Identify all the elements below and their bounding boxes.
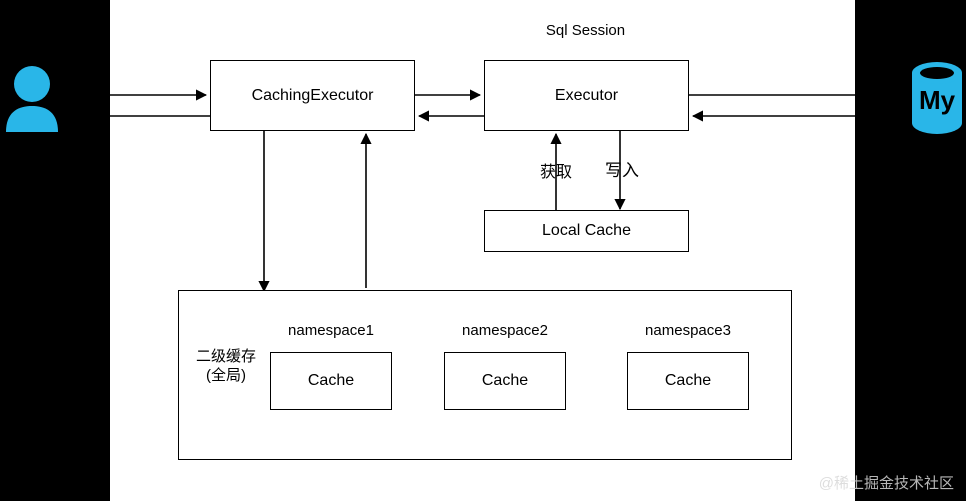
second-level-cache-label-line1: 二级缓存 [195, 348, 256, 365]
node-caching-executor-label: CachingExecutor [251, 86, 374, 104]
second-level-cache-label-line2: (全局) [206, 366, 246, 384]
node-cache-namespace3-label: Cache [664, 372, 712, 389]
diagram-stage: My Sql Session CachingExecutor Executor … [0, 0, 966, 501]
database-label: My [919, 85, 956, 115]
node-caching-executor[interactable]: CachingExecutor [210, 60, 415, 131]
second-level-cache-label: 二级缓存 (全局) [180, 348, 272, 386]
node-cache-namespace2-label: Cache [481, 372, 529, 389]
node-cache-namespace2[interactable]: Cache [444, 352, 566, 410]
namespace-label-2: namespace2 [462, 322, 548, 339]
user-icon [4, 62, 60, 132]
watermark: @稀土掘金技术社区 [818, 475, 954, 492]
node-cache-namespace3[interactable]: Cache [627, 352, 749, 410]
page-title: Sql Session [545, 22, 626, 39]
namespace-label-1: namespace1 [288, 322, 374, 339]
node-cache-namespace1-label: Cache [307, 372, 355, 389]
node-cache-namespace1[interactable]: Cache [270, 352, 392, 410]
edge-label-write: 写入 [605, 161, 639, 180]
node-executor[interactable]: Executor [484, 60, 689, 131]
mysql-database-icon: My [908, 57, 966, 139]
node-executor-label: Executor [554, 86, 619, 104]
node-local-cache-label: Local Cache [542, 222, 631, 239]
node-local-cache[interactable]: Local Cache [484, 210, 689, 252]
edge-label-fetch: 获取 [539, 164, 572, 181]
namespace-label-3: namespace3 [645, 322, 731, 339]
